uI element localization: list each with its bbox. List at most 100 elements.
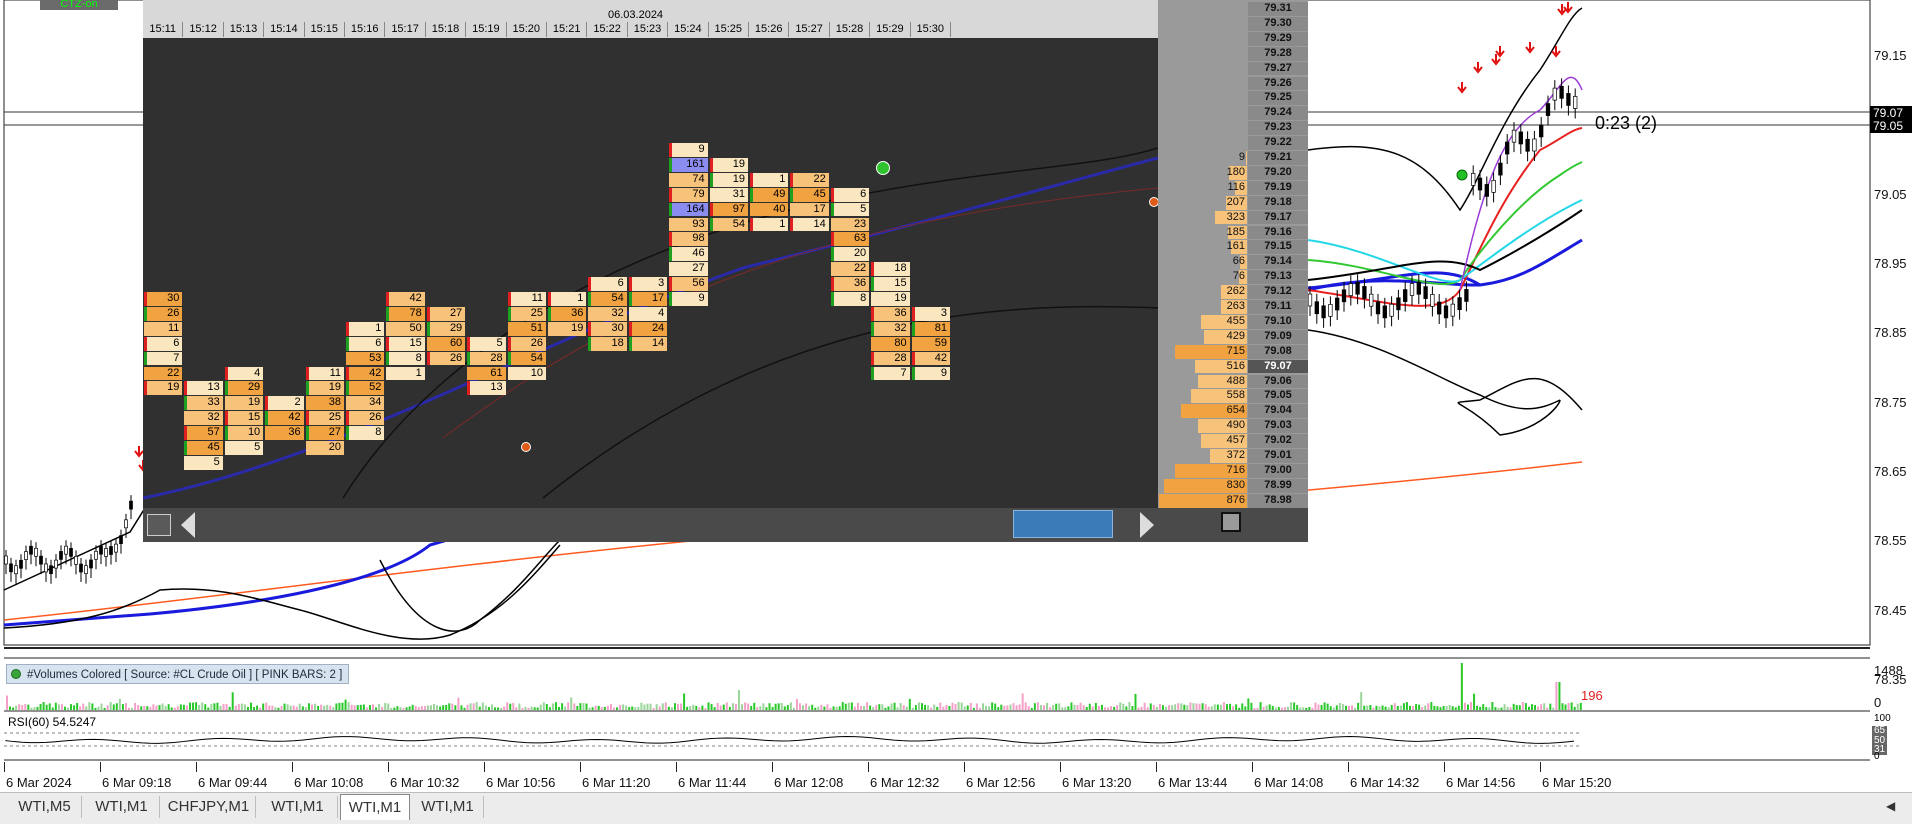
volume-bar: [917, 702, 920, 710]
volume-bar: [329, 705, 332, 710]
chart-tab[interactable]: CHFJPY,M1: [162, 796, 256, 818]
candle-body: [1443, 305, 1449, 319]
volume-bar: [753, 702, 756, 710]
volume-bar: [423, 706, 426, 710]
volume-bar: [481, 702, 484, 710]
footprint-cell: 8: [830, 292, 870, 306]
footprint-cell: 50: [386, 321, 425, 336]
footprint-panel[interactable]: 06.03.2024 15:11 15:12 15:13 15:14 15:15 15:16…: [143, 0, 1159, 510]
volume-bar: [939, 702, 942, 710]
volume-bar: [381, 706, 384, 710]
volume-bar: [551, 703, 554, 710]
price-axis-label: 78.45: [1874, 603, 1907, 618]
volume-bar: [1564, 704, 1567, 710]
volume-bar: [1186, 705, 1189, 710]
time-axis-label: 6 Mar 11:20: [582, 775, 651, 790]
footprint-cell: 9: [911, 366, 950, 381]
indicator-toggle-icon[interactable]: [11, 669, 21, 679]
volume-bar: [622, 704, 625, 710]
chart-tab[interactable]: WTI,M1: [258, 796, 338, 818]
time-axis-label: 6 Mar 09:44: [198, 775, 268, 790]
volume-bar: [30, 707, 33, 710]
price-axis-label: 78.75: [1874, 395, 1907, 410]
chart-tab[interactable]: WTI,M1: [84, 796, 160, 818]
time-axis-label: 6 Mar 14:32: [1350, 775, 1420, 790]
volume-bar: [45, 704, 48, 710]
volume-bar: [372, 704, 374, 710]
volume-bar: [1219, 704, 1222, 710]
volume-bar: [1436, 706, 1439, 710]
volume-bar: [6, 695, 8, 710]
candle-body: [24, 551, 28, 560]
time-axis-tick: [388, 762, 389, 772]
ladder-price: 79.13: [1248, 270, 1308, 285]
volume-bar: [823, 706, 826, 710]
volume-bar: [1024, 702, 1027, 710]
volume-bar: [536, 707, 539, 710]
volumes-indicator-label[interactable]: #Volumes Colored [ Source: #CL Crude Oil…: [6, 664, 350, 684]
footprint-cell: 22: [144, 366, 183, 381]
footprint-cell: 11: [305, 366, 344, 381]
chart-tab[interactable]: WTI,M1: [340, 794, 410, 820]
volume-bar: [1567, 703, 1570, 710]
calendar-icon[interactable]: [147, 514, 171, 536]
footprint-cell: 20: [305, 441, 344, 455]
volume-bar: [1332, 707, 1335, 710]
volume-bar: [323, 705, 326, 710]
volume-bar: [15, 705, 18, 710]
volume-bar: [1085, 706, 1088, 710]
footprint-cell: 74: [669, 172, 708, 187]
footprint-cell: 34: [346, 396, 385, 411]
volume-bar: [817, 706, 820, 710]
volume-bar: [1213, 704, 1216, 710]
volume-bar: [1247, 698, 1250, 710]
volume-bar: [1003, 705, 1006, 710]
expand-icon[interactable]: [1221, 512, 1241, 532]
price-axis-label: 78.95: [1874, 256, 1907, 271]
footprint-cell: 60: [426, 336, 466, 351]
volume-bar: [173, 707, 176, 710]
volume-bar: [146, 706, 149, 710]
volume-bar: [1540, 704, 1543, 710]
volume-bar: [469, 703, 472, 710]
volume-bar: [1174, 704, 1177, 710]
volume-bar: [234, 705, 237, 710]
scroll-right-icon[interactable]: [1140, 512, 1154, 538]
scroll-left-icon[interactable]: [181, 512, 195, 538]
footprint-navigation[interactable]: [143, 508, 1308, 542]
volume-bar: [1363, 705, 1366, 710]
volume-bar: [1067, 706, 1070, 710]
tabs-scroll-icon[interactable]: ◀: [1886, 799, 1895, 813]
footprint-cell: 8: [386, 351, 425, 366]
volume-bar: [579, 703, 582, 710]
candle-body: [1484, 184, 1489, 197]
volume-bar: [1390, 704, 1393, 710]
volume-bar: [1424, 705, 1427, 710]
footprint-cell: 54: [588, 292, 627, 306]
volume-bar: [951, 702, 954, 710]
volume-bar: [856, 702, 859, 710]
chart-tab[interactable]: WTI,M1: [412, 796, 484, 818]
volume-bar: [582, 703, 585, 710]
volume-bar: [1119, 702, 1122, 710]
volume-bar: [1079, 702, 1082, 710]
volume-bar: [1527, 706, 1530, 710]
volume-bar: [820, 704, 823, 710]
volume-bar: [1305, 707, 1308, 710]
candle-body: [1430, 294, 1435, 307]
volume-bar: [1238, 707, 1241, 710]
candle-body: [1559, 85, 1564, 99]
chart-tabs[interactable]: WTI,M5 WTI,M1 CHFJPY,M1 WTI,M1 WTI,M1 WTI,M1 ◀: [0, 792, 1912, 824]
footprint-cell: 25: [305, 411, 344, 426]
footprint-time-header: 15:25: [709, 22, 749, 37]
footprint-cell: 36: [548, 306, 587, 321]
candle-body: [1450, 303, 1455, 317]
volume-bar: [228, 706, 231, 710]
volume-bar: [353, 705, 356, 710]
chart-tab[interactable]: WTI,M5: [8, 796, 82, 818]
footprint-cell: 57: [184, 426, 223, 440]
scroll-thumb[interactable]: [1013, 510, 1113, 538]
volume-bar: [942, 706, 945, 710]
volume-bar: [786, 705, 789, 710]
footprint-time-header: 15:18: [426, 22, 467, 37]
